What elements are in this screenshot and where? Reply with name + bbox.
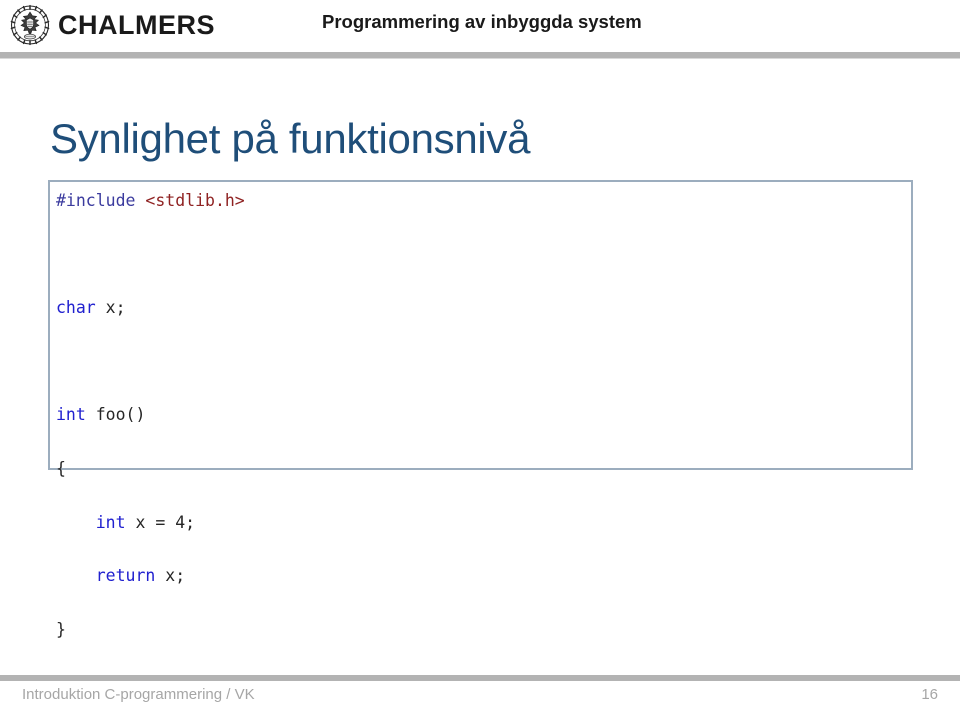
code-token-plain: x; bbox=[155, 566, 186, 586]
code-line: { bbox=[56, 456, 911, 483]
code-line: #include <stdlib.h> bbox=[56, 188, 911, 215]
code-line: char x; bbox=[56, 295, 911, 322]
slide-header: CHALMERS Programmering av inbyggda syste… bbox=[0, 0, 960, 52]
code-token-plain: { bbox=[56, 458, 66, 478]
code-block: #include <stdlib.h> char x; int foo() { … bbox=[48, 180, 913, 639]
code-listing: #include <stdlib.h> char x; int foo() { … bbox=[50, 182, 911, 644]
code-token-plain: foo() bbox=[85, 405, 146, 425]
code-line: } bbox=[56, 617, 911, 644]
code-line: int x = 4; bbox=[56, 510, 911, 537]
code-token-header-name: <stdlib.h> bbox=[145, 191, 245, 210]
chalmers-wordmark: CHALMERS bbox=[58, 9, 215, 40]
code-token-preprocessor: #include bbox=[56, 191, 146, 210]
footer-divider bbox=[0, 675, 960, 681]
code-token-plain: x = 4; bbox=[125, 512, 196, 532]
chalmers-seal-icon bbox=[8, 3, 52, 47]
chalmers-logo: CHALMERS bbox=[8, 2, 215, 48]
code-token-keyword: return bbox=[95, 566, 156, 586]
page-number: 16 bbox=[921, 686, 938, 703]
code-token-plain: x; bbox=[95, 298, 126, 318]
code-token-keyword: int bbox=[56, 405, 86, 425]
code-line: int foo() bbox=[56, 402, 911, 429]
page-title: Synlighet på funktionsnivå bbox=[50, 115, 531, 163]
code-token-keyword: char bbox=[56, 298, 96, 318]
code-token-keyword: int bbox=[95, 512, 126, 532]
course-title: Programmering av inbyggda system bbox=[322, 11, 642, 32]
code-token-plain: } bbox=[56, 619, 66, 639]
header-divider bbox=[0, 52, 960, 59]
footer-label: Introduktion C-programmering / VK bbox=[22, 686, 255, 703]
code-line: return x; bbox=[56, 563, 911, 590]
